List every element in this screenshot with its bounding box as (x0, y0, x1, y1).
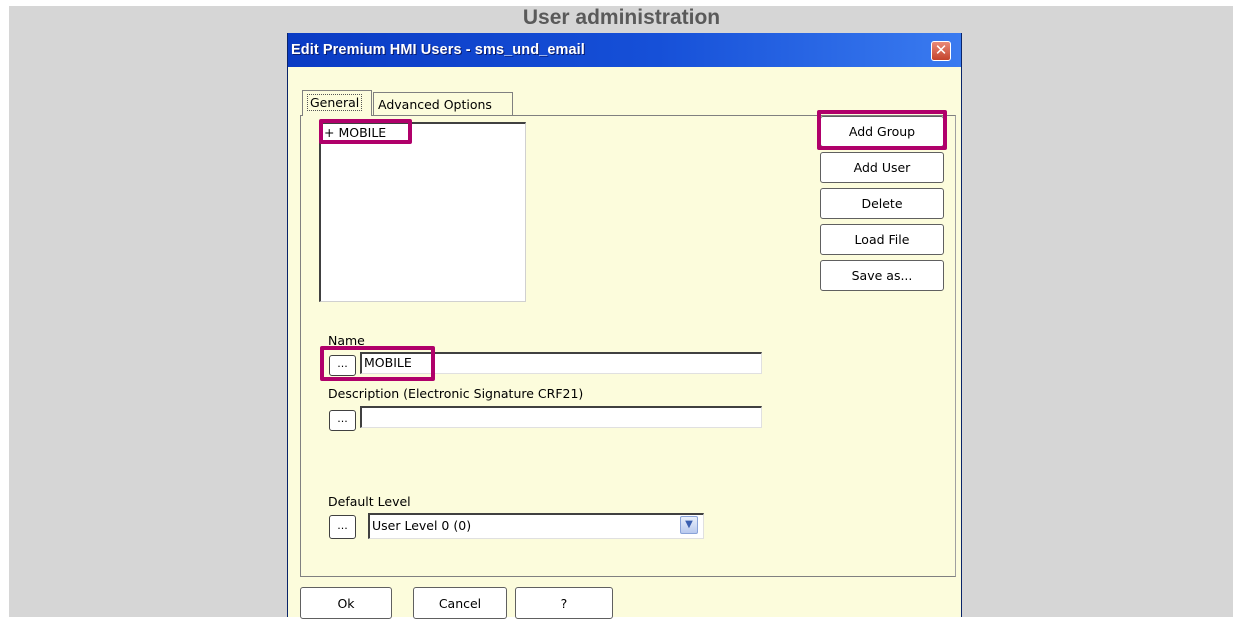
description-field[interactable] (360, 406, 762, 428)
delete-button[interactable]: Delete (820, 188, 944, 219)
tab-general-label: General (307, 94, 363, 111)
edit-users-dialog: Edit Premium HMI Users - sms_und_email ✕… (287, 33, 962, 619)
cancel-button[interactable]: Cancel (413, 587, 507, 619)
chevron-down-icon[interactable]: ▼ (680, 516, 698, 534)
user-group-tree[interactable]: + MOBILE (319, 122, 526, 302)
save-as-button[interactable]: Save as... (820, 260, 944, 291)
default-level-select[interactable]: User Level 0 (0) (368, 513, 704, 539)
name-field[interactable]: MOBILE (360, 352, 762, 374)
close-icon[interactable]: ✕ (931, 41, 951, 61)
add-group-button[interactable]: Add Group (820, 116, 944, 147)
name-browse-button[interactable]: ... (329, 355, 356, 376)
help-button[interactable]: ? (515, 587, 613, 619)
ok-button[interactable]: Ok (300, 587, 392, 619)
description-label: Description (Electronic Signature CRF21) (328, 386, 584, 401)
tab-advanced-options[interactable]: Advanced Options (373, 92, 513, 116)
dialog-title: Edit Premium HMI Users - sms_und_email (291, 42, 585, 58)
add-user-button[interactable]: Add User (820, 152, 944, 183)
description-browse-button[interactable]: ... (329, 410, 356, 431)
default-level-label: Default Level (328, 494, 411, 509)
page-title: User administration (522, 6, 721, 29)
tab-advanced-options-label: Advanced Options (378, 97, 492, 112)
tab-general[interactable]: General (302, 90, 372, 116)
load-file-button[interactable]: Load File (820, 224, 944, 255)
name-label: Name (328, 333, 365, 348)
default-level-browse-button[interactable]: ... (329, 515, 356, 539)
tree-item-mobile[interactable]: + MOBILE (324, 125, 386, 140)
dialog-titlebar[interactable]: Edit Premium HMI Users - sms_und_email ✕ (288, 33, 961, 67)
